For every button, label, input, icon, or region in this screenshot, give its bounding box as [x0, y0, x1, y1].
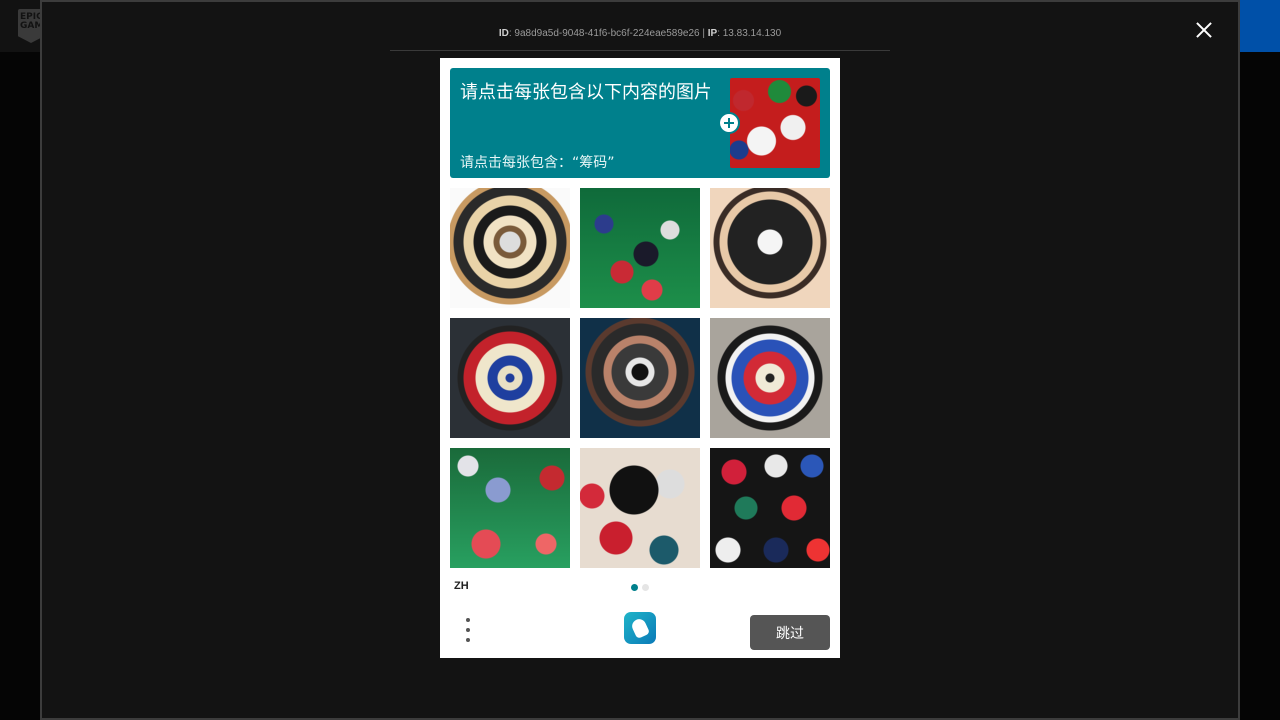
page-dot-inactive — [642, 584, 649, 591]
hcaptcha-logo-icon[interactable] — [624, 612, 656, 644]
language-selector[interactable]: ZH — [454, 580, 469, 592]
page-indicator — [631, 584, 651, 592]
ip-label: IP — [707, 28, 718, 39]
skip-button[interactable]: 跳过 — [750, 615, 830, 650]
captcha-frame: 请点击每张包含以下内容的图片 请点击每张包含：“筹码” ZH 跳过 — [440, 58, 840, 658]
image-grid — [450, 188, 830, 568]
captcha-modal: ID: 9a8d9a5d-9048-41f6-bc6f-224eae589e26… — [40, 0, 1240, 720]
divider — [390, 50, 890, 51]
example-image — [730, 78, 820, 168]
grid-tile-5[interactable] — [580, 318, 700, 438]
ray-id-value: 9a8d9a5d-9048-41f6-bc6f-224eae589e26 — [514, 28, 700, 39]
grid-tile-4[interactable] — [450, 318, 570, 438]
challenge-prompt: 请点击每张包含以下内容的图片 请点击每张包含：“筹码” — [450, 68, 830, 178]
grid-tile-6[interactable] — [710, 318, 830, 438]
more-options-icon[interactable] — [460, 616, 476, 644]
plus-icon — [718, 112, 740, 134]
page-dot-active — [631, 584, 638, 591]
grid-tile-2[interactable] — [580, 188, 700, 308]
prompt-title: 请点击每张包含以下内容的图片 — [460, 82, 710, 103]
grid-tile-8[interactable] — [580, 448, 700, 568]
close-icon[interactable] — [1192, 18, 1216, 42]
ray-id-line: ID: 9a8d9a5d-9048-41f6-bc6f-224eae589e26… — [498, 28, 782, 39]
grid-tile-3[interactable] — [710, 188, 830, 308]
grid-tile-7[interactable] — [450, 448, 570, 568]
ray-id-label: ID — [498, 28, 509, 39]
prompt-subtitle: 请点击每张包含：“筹码” — [460, 155, 615, 171]
grid-tile-9[interactable] — [710, 448, 830, 568]
ip-value: 13.83.14.130 — [722, 28, 782, 39]
grid-tile-1[interactable] — [450, 188, 570, 308]
site-header-cta[interactable] — [1238, 0, 1280, 52]
